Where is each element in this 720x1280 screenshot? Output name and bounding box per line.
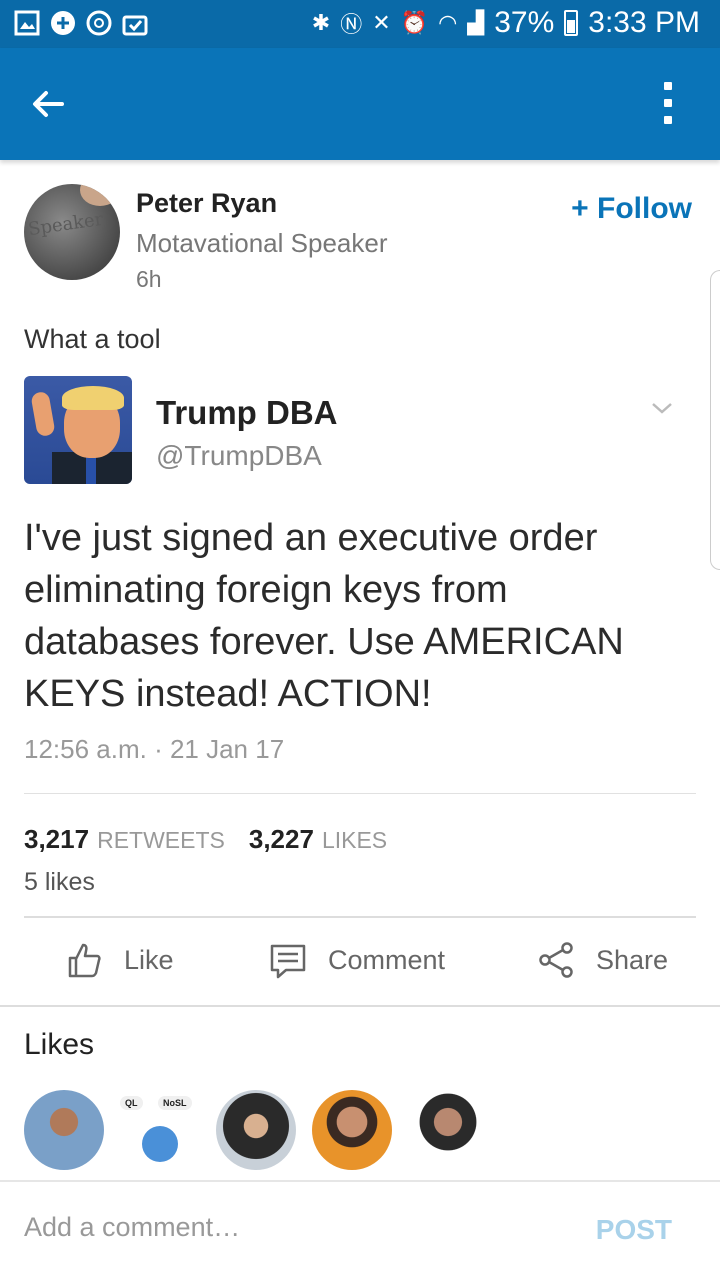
battery-icon [564, 10, 579, 36]
edge-panel-handle[interactable] [710, 270, 720, 570]
divider [24, 793, 696, 794]
avatar-stamp-text: Speaker [26, 208, 105, 241]
liker-avatar[interactable] [24, 1090, 104, 1170]
tweet-like-label: LIKES [321, 827, 388, 853]
share-button[interactable]: Share [536, 940, 668, 980]
post-likes-count[interactable]: 5 likes [24, 868, 95, 897]
notification-icons [14, 10, 148, 36]
retweet-count: 3,217 [24, 824, 90, 854]
back-arrow-icon[interactable] [28, 84, 68, 124]
likers-list: QL NoSL [24, 1090, 488, 1170]
likes-section-title: Likes [24, 1028, 95, 1061]
tweet-like-count: 3,227 [248, 824, 314, 854]
comment-button[interactable]: Comment [268, 940, 445, 980]
post-time: 6h [136, 266, 162, 292]
more-options-icon[interactable] [662, 82, 674, 126]
comment-label: Comment [328, 944, 446, 975]
author-avatar[interactable]: Speaker [24, 184, 120, 280]
retweet-label: RETWEETS [97, 827, 225, 853]
share-label: Share [596, 944, 669, 975]
liker-avatar[interactable] [216, 1090, 296, 1170]
mute-icon: ✕ [372, 10, 391, 35]
tweet-handle: @TrumpDBA [156, 440, 322, 471]
gallery-icon [14, 10, 40, 36]
system-status: ✱ Ⓝ ✕ ⏰ ◠ ▟ 37% 3:33 PM [312, 6, 700, 40]
divider [0, 1005, 720, 1007]
thumbs-up-icon [68, 943, 101, 978]
nfc-icon: Ⓝ [340, 12, 363, 37]
like-label: Like [124, 944, 174, 975]
comment-input[interactable] [24, 1212, 544, 1243]
battery-percent: 37% [494, 6, 555, 39]
liker-avatar[interactable] [408, 1090, 488, 1170]
author-headline: Motavational Speaker [136, 228, 388, 258]
liker-bubble-text: NoSL [158, 1096, 192, 1110]
author-name[interactable]: Peter Ryan [136, 188, 277, 219]
tweet-stats: 3,217 RETWEETS 3,227 LIKES [24, 824, 387, 855]
post-comment-button[interactable]: POST [596, 1214, 672, 1246]
follow-button[interactable]: + Follow [571, 192, 692, 226]
liker-bubble-text: QL [120, 1096, 143, 1110]
clock: 3:33 PM [588, 6, 700, 39]
briefcase-check-icon [122, 15, 148, 36]
like-button[interactable]: Like [64, 940, 174, 980]
liker-avatar[interactable]: QL NoSL [120, 1090, 200, 1170]
tweet-text: I've just signed an executive order elim… [24, 517, 624, 715]
post-text: What a tool [24, 324, 161, 354]
sync-icon [86, 10, 112, 36]
alarm-icon: ⏰ [400, 10, 429, 35]
wifi-icon: ◠ [438, 10, 458, 35]
bluetooth-icon: ✱ [311, 10, 331, 35]
add-circle-icon [51, 11, 75, 35]
liker-avatar[interactable] [312, 1090, 392, 1170]
app-bar [0, 48, 720, 160]
post-actions: Like Comment Share [0, 922, 720, 1006]
status-bar: ✱ Ⓝ ✕ ⏰ ◠ ▟ 37% 3:33 PM [0, 0, 720, 48]
tweet-author-name: Trump DBA [156, 394, 338, 431]
comment-bar: POST [0, 1180, 720, 1280]
tweet-avatar [24, 376, 132, 484]
share-icon [539, 942, 573, 978]
comment-icon [270, 944, 306, 979]
tweet-date: 12:56 a.m. · 21 Jan 17 [24, 734, 285, 764]
signal-icon: ▟ [467, 10, 485, 35]
chevron-down-icon [652, 403, 672, 414]
divider [24, 916, 696, 918]
